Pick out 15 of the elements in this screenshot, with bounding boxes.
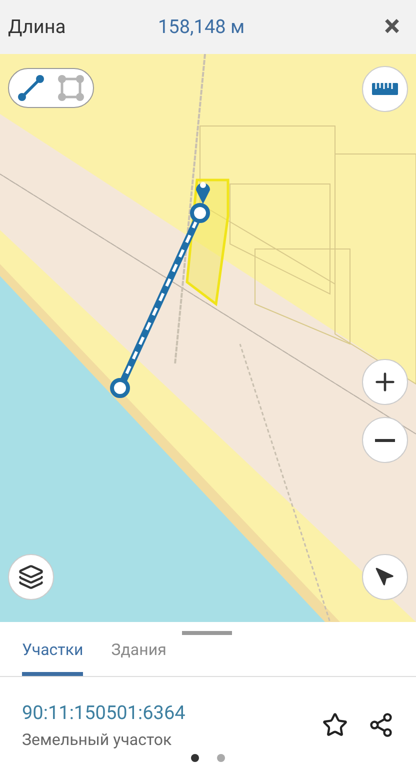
minus-icon (375, 438, 395, 442)
close-button[interactable]: × (376, 12, 408, 42)
tab[interactable]: Участки (22, 638, 84, 676)
line-tool-icon[interactable] (17, 74, 45, 102)
tab[interactable]: Здания (111, 638, 166, 676)
drag-handle[interactable] (182, 631, 232, 635)
parcel-type: Земельный участок (22, 728, 173, 750)
parcel-number[interactable]: 90:11:150501:6364 (22, 699, 322, 728)
share-icon[interactable] (368, 712, 394, 738)
layers-icon (18, 564, 44, 590)
measure-label: Длина (8, 14, 67, 40)
star-icon[interactable] (322, 712, 348, 738)
ruler-icon (372, 83, 398, 95)
measure-value: 158,148 м (158, 14, 246, 40)
navigation-icon (375, 567, 395, 587)
